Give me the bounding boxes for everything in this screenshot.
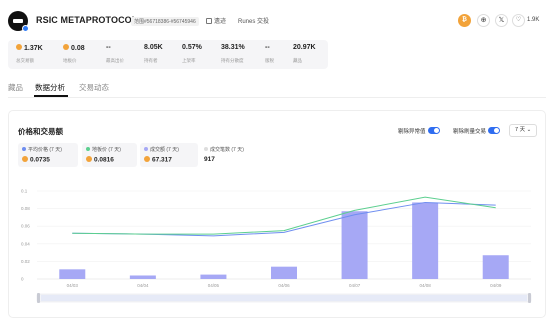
tab-items[interactable]: 藏品 <box>8 82 23 93</box>
collection-logo <box>8 11 29 32</box>
heart-icon: ♡ <box>512 14 525 27</box>
volume-bar[interactable] <box>482 255 509 279</box>
collection-title: RSIC METAPROTOCOL <box>36 15 138 25</box>
x-tick-label: 04/03 <box>67 283 79 288</box>
y-tick-label: 0.06 <box>21 224 30 229</box>
x-tick-label: 04/06 <box>278 283 290 288</box>
price-volume-chart: 0.1 0.08 0.06 0.04 0.02 0 04/03 04/04 04/05 04/06… <box>21 189 532 303</box>
collection-header: RSIC METAPROTOCOL 范围#56718386-#56745946 … <box>8 11 546 33</box>
x-icon[interactable]: 𝕏 <box>495 14 508 27</box>
stat-listed-rate: 0.57% 上架率 <box>182 44 202 63</box>
stat-floor-price: 0.08 地板价 <box>63 44 85 63</box>
stat-items: 20.97K 藏品 <box>293 44 316 63</box>
x-tick-label: 04/09 <box>490 283 502 288</box>
btc-icon[interactable]: ₿ <box>458 14 471 27</box>
x-tick-label: 04/04 <box>137 283 149 288</box>
zoom-handle-left[interactable] <box>37 293 40 303</box>
y-tick-label: 0.1 <box>21 189 28 194</box>
y-tick-label: 0.08 <box>21 206 30 211</box>
volume-bar[interactable] <box>200 274 227 279</box>
x-tick-label: 04/05 <box>208 283 220 288</box>
verified-icon <box>22 25 29 32</box>
globe-icon[interactable]: ⊕ <box>477 14 490 27</box>
active-tab-underline <box>34 95 68 97</box>
volume-bar[interactable] <box>341 211 368 279</box>
stat-holder-distribution: 38.31% 持有分散度 <box>221 44 245 63</box>
relic-icon <box>206 18 212 24</box>
stat-top-bid: -- 最高出价 <box>106 44 124 63</box>
zoom-slider-window[interactable] <box>41 295 527 301</box>
btc-icon <box>63 44 69 50</box>
y-tick-label: 0.04 <box>21 241 30 246</box>
like-button[interactable]: ♡ 1.9K <box>512 14 548 27</box>
relic-link[interactable]: 遗迹 <box>206 16 226 25</box>
x-tick-label: 04/08 <box>420 283 432 288</box>
tab-bar: 藏品 数据分析 交易动态 <box>8 80 546 98</box>
price-volume-card: 价格和交易额 剔除异常值 剔除刷量交易 7 天 ⌄ 平均价格 (7 天) 0.0… <box>8 110 546 318</box>
volume-bar[interactable] <box>412 202 439 279</box>
volume-bar[interactable] <box>129 275 156 279</box>
like-count: 1.9K <box>527 17 540 23</box>
zoom-handle-right[interactable] <box>528 293 531 303</box>
y-tick-label: 0 <box>21 277 24 282</box>
stat-holders: 8.05K 持有者 <box>144 44 163 63</box>
stat-total-volume: 1.37K 总交易额 <box>16 44 43 63</box>
stats-bar: 1.37K 总交易额 0.08 地板价 -- 最高出价 8.05K 持有者 0.… <box>8 40 328 69</box>
volume-bar[interactable] <box>271 266 297 279</box>
runes-link[interactable]: Runes 交投 <box>238 16 269 25</box>
x-tick-label: 04/07 <box>349 283 361 288</box>
y-tick-label: 0.02 <box>21 259 30 264</box>
tab-activity[interactable]: 交易动态 <box>79 82 109 93</box>
inscription-range: 范围#56718386-#56745946 <box>131 17 199 26</box>
btc-icon <box>16 44 22 50</box>
tab-analytics[interactable]: 数据分析 <box>35 82 65 93</box>
volume-bar[interactable] <box>59 269 86 279</box>
